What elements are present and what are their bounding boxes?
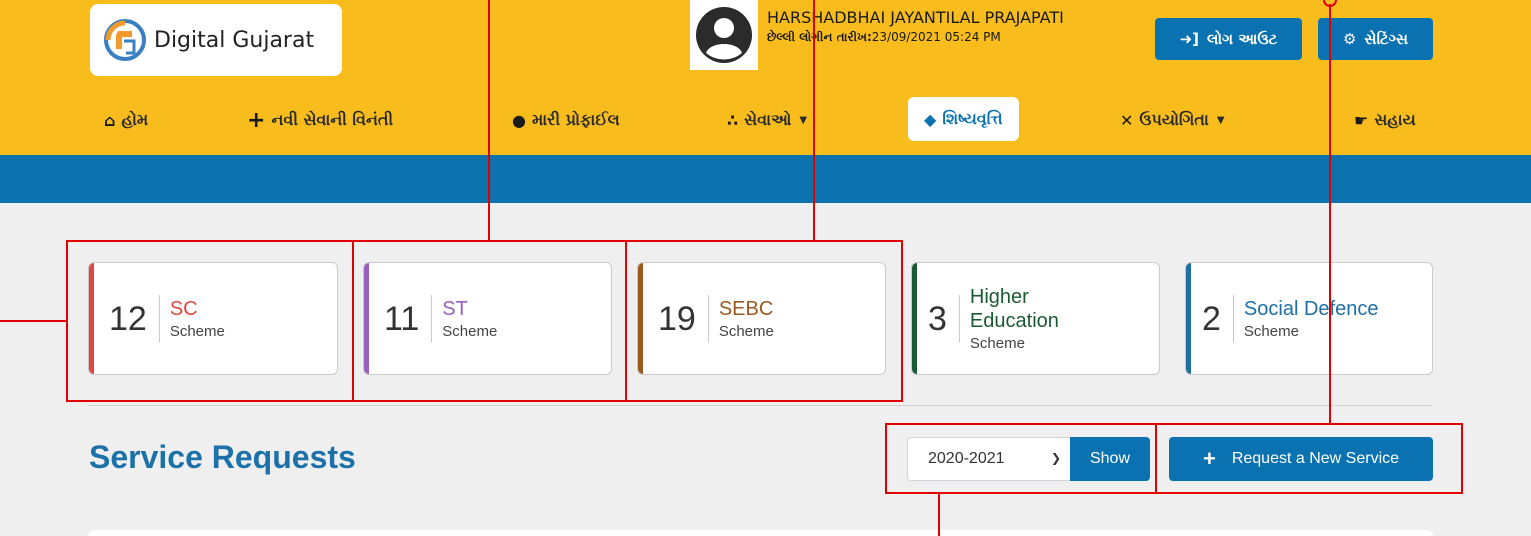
scheme-count: 12 <box>89 294 160 343</box>
nav-item-new-service[interactable]: + નવી સેવાની વિનંતી <box>247 96 393 144</box>
scheme-count: 11 <box>364 294 433 343</box>
users-icon: ∴ <box>727 110 739 130</box>
nav-item-label: નવી સેવાની વિનંતી <box>271 110 394 129</box>
avatar <box>690 0 758 70</box>
request-new-service-label: Request a New Service <box>1231 450 1400 467</box>
logout-button[interactable]: ➜] લોગ આઉટ <box>1155 18 1302 60</box>
tools-icon: ✕ <box>1120 110 1134 130</box>
scheme-card-higher-education[interactable]: 3 Higher Education Scheme <box>911 262 1160 375</box>
card-stripe <box>1186 263 1191 374</box>
nav-item-help[interactable]: ☛ સહાય <box>1354 96 1416 144</box>
caret-down-icon: ▼ <box>799 114 808 126</box>
sign-out-icon: ➜] <box>1179 30 1199 48</box>
scheme-card-sc[interactable]: 12 SC Scheme <box>88 262 338 375</box>
scheme-title: SC <box>169 298 198 320</box>
card-stripe <box>89 263 94 374</box>
logo-text: Digital Gujarat <box>154 27 315 53</box>
graduation-cap-icon: ◆ <box>924 109 937 129</box>
scheme-card-sebc[interactable]: 19 SEBC Scheme <box>637 262 886 375</box>
scheme-subtitle: Scheme <box>969 335 1025 352</box>
digital-gujarat-logo-icon <box>104 19 146 61</box>
logout-label: લોગ આઉટ <box>1207 30 1278 48</box>
settings-button[interactable]: ⚙ સેટિંગ્સ <box>1318 18 1433 60</box>
plus-icon: + <box>247 107 266 133</box>
scheme-title: ST <box>442 298 468 320</box>
scheme-title: Social Defence <box>1243 298 1379 320</box>
nav-item-services[interactable]: ∴ સેવાઓ ▼ <box>727 96 807 144</box>
home-icon: ⌂ <box>104 110 116 130</box>
user-avatar-icon <box>696 7 752 63</box>
card-stripe <box>912 263 917 374</box>
last-login-value: 23/09/2021 05:24 PM <box>871 30 1001 44</box>
logo[interactable]: Digital Gujarat <box>90 4 342 76</box>
chevron-down-icon: ❯ <box>1050 451 1061 465</box>
service-requests-panel <box>88 530 1433 536</box>
user-icon: ● <box>512 110 526 130</box>
settings-label: સેટિંગ્સ <box>1364 30 1409 48</box>
caret-down-icon: ▼ <box>1216 114 1225 126</box>
scheme-title-line1: Higher <box>969 286 1029 308</box>
header-bar: Digital Gujarat HARSHADBHAI JAYANTILAL P… <box>0 0 1531 155</box>
nav-item-label: હોમ <box>121 110 149 129</box>
nav-item-label: શિષ્યવૃત્તિ <box>942 109 1003 128</box>
scheme-subtitle: Scheme <box>718 323 774 340</box>
year-select-value: 2020-2021 <box>928 450 1005 467</box>
scheme-title-line2: Education <box>969 310 1059 332</box>
nav-item-label: મારી પ્રોફાઈલ <box>531 110 620 129</box>
card-stripe <box>364 263 369 374</box>
nav-item-label: ઉપયોગિતા <box>1139 110 1209 129</box>
year-select[interactable]: 2020-2021 ❯ <box>907 437 1071 481</box>
scheme-title: SEBC <box>718 298 774 320</box>
last-login-label: છેલ્લી લોગીન તારીખ: <box>767 30 872 44</box>
scheme-count: 19 <box>638 294 709 343</box>
handshake-icon: ☛ <box>1354 110 1369 130</box>
scheme-card-social-defence[interactable]: 2 Social Defence Scheme <box>1185 262 1433 375</box>
nav-item-profile[interactable]: ● મારી પ્રોફાઈલ <box>512 96 620 144</box>
divider <box>88 405 1433 406</box>
request-new-service-button[interactable]: + Request a New Service <box>1169 437 1433 481</box>
nav-item-scholarship[interactable]: ◆ શિષ્યવૃત્તિ <box>908 97 1019 141</box>
plus-icon: + <box>1202 446 1216 471</box>
main-nav: ⌂ હોમ + નવી સેવાની વિનંતી ● મારી પ્રોફાઈ… <box>0 96 1531 144</box>
page-title: Service Requests <box>89 439 356 475</box>
user-name: HARSHADBHAI JAYANTILAL PRAJAPATI <box>767 8 1064 27</box>
blue-banner <box>0 155 1531 203</box>
scheme-card-st[interactable]: 11 ST Scheme <box>363 262 612 375</box>
scheme-subtitle: Scheme <box>169 323 225 340</box>
nav-item-home[interactable]: ⌂ હોમ <box>104 96 148 144</box>
scheme-count: 3 <box>912 294 960 343</box>
gear-icon: ⚙ <box>1342 30 1357 48</box>
nav-item-label: સેવાઓ <box>744 110 792 129</box>
scheme-subtitle: Scheme <box>442 323 498 340</box>
scheme-count: 2 <box>1186 294 1234 343</box>
show-button[interactable]: Show <box>1070 437 1150 481</box>
last-login: છેલ્લી લોગીન તારીખ:23/09/2021 05:24 PM <box>767 30 1001 45</box>
nav-item-label: સહાય <box>1374 110 1416 129</box>
scheme-subtitle: Scheme <box>1243 323 1299 340</box>
nav-item-utilities[interactable]: ✕ ઉપયોગિતા ▼ <box>1120 96 1225 144</box>
card-stripe <box>638 263 643 374</box>
